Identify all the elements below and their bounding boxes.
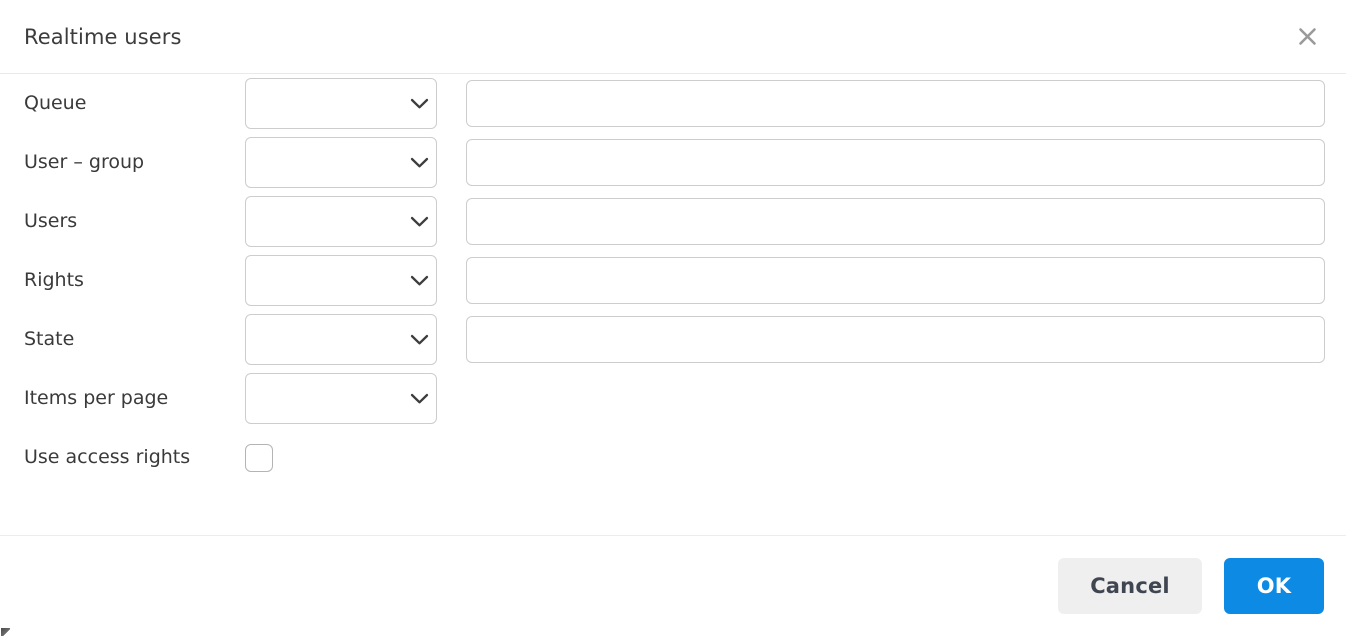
select-user-group[interactable] [245, 137, 437, 188]
label-user-group: User – group [24, 151, 145, 174]
dialog-body: Queue User – group Users Rights State It… [0, 74, 1346, 535]
input-user-group[interactable] [466, 139, 1325, 186]
checkbox-use-access-rights[interactable] [245, 443, 273, 472]
form-row-user-group: User – group [0, 133, 1346, 192]
select-wrap-queue [245, 78, 437, 129]
form-row-items-per-page: Items per page [0, 369, 1346, 428]
checkbox-wrap-use-access-rights [245, 443, 437, 472]
label-state: State [24, 328, 75, 351]
close-button[interactable] [1290, 20, 1324, 54]
page-title: Realtime users [24, 24, 182, 49]
select-state[interactable] [245, 314, 437, 365]
form-row-state: State [0, 310, 1346, 369]
input-state[interactable] [466, 316, 1325, 363]
cancel-button[interactable]: Cancel [1058, 558, 1202, 614]
form-row-users: Users [0, 192, 1346, 251]
dialog-footer: Cancel OK [0, 535, 1346, 636]
realtime-users-dialog: Realtime users Queue User – group Users … [0, 0, 1346, 636]
input-users[interactable] [466, 198, 1325, 245]
label-items-per-page: Items per page [24, 387, 169, 410]
input-queue[interactable] [466, 80, 1325, 127]
select-wrap-state [245, 314, 437, 365]
form-row-queue: Queue [0, 74, 1346, 133]
close-icon [1297, 26, 1318, 47]
select-wrap-users [245, 196, 437, 247]
select-rights[interactable] [245, 255, 437, 306]
select-users[interactable] [245, 196, 437, 247]
select-items-per-page[interactable] [245, 373, 437, 424]
select-wrap-user-group [245, 137, 437, 188]
select-wrap-items-per-page [245, 373, 437, 424]
form-row-rights: Rights [0, 251, 1346, 310]
select-queue[interactable] [245, 78, 437, 129]
form-row-use-access-rights: Use access rights [0, 428, 1346, 487]
label-users: Users [24, 210, 78, 233]
label-queue: Queue [24, 92, 87, 115]
ok-button[interactable]: OK [1224, 558, 1324, 614]
dialog-header: Realtime users [0, 0, 1346, 74]
label-use-access-rights: Use access rights [24, 446, 191, 469]
select-wrap-rights [245, 255, 437, 306]
label-rights: Rights [24, 269, 84, 292]
input-rights[interactable] [466, 257, 1325, 304]
